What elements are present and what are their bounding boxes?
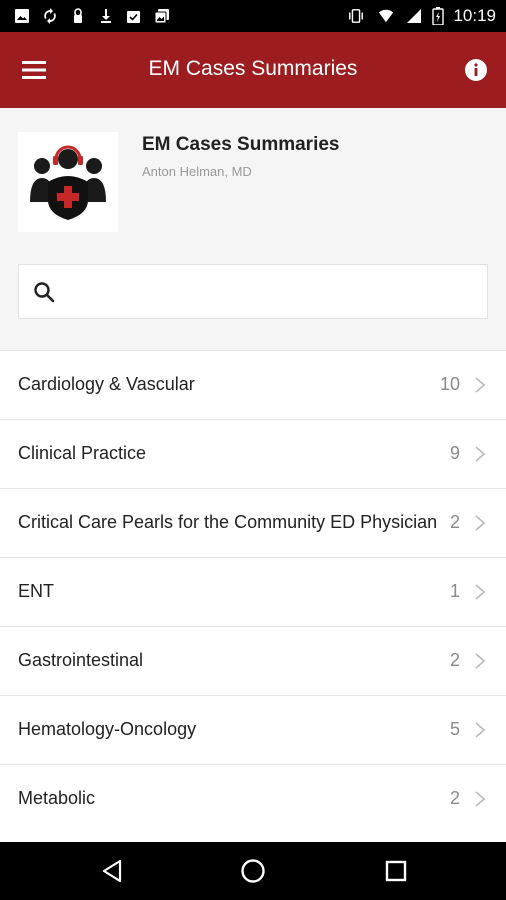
photo-check-icon [126, 8, 142, 24]
list-item-label: Cardiology & Vascular [18, 374, 195, 394]
podcast-author: Anton Helman, MD [142, 164, 252, 179]
chevron-right-icon [475, 722, 486, 738]
list-item-ent[interactable]: ENT 1 [0, 558, 506, 627]
photo-stack-icon [154, 8, 170, 24]
list-item-label: Metabolic [18, 788, 96, 808]
list-item-count: 10 [439, 374, 460, 394]
list-item-cardiology[interactable]: Cardiology & Vascular 10 [0, 351, 506, 420]
list-item-critical-care[interactable]: Critical Care Pearls for the Community E… [0, 489, 506, 558]
navigation-bar [0, 842, 506, 900]
list-item-gastrointestinal[interactable]: Gastrointestinal 2 [0, 627, 506, 696]
list-item-label: Clinical Practice [18, 443, 147, 463]
chevron-right-icon [475, 653, 486, 669]
search-input[interactable] [67, 265, 479, 320]
info-button[interactable] [460, 54, 492, 86]
info-icon [465, 59, 487, 81]
search-box[interactable] [18, 264, 488, 320]
podcast-title: EM Cases Summaries [142, 134, 340, 155]
app-bar-title: EM Cases Summaries [148, 57, 358, 80]
search-icon [34, 282, 55, 303]
list-item-hematology-oncology[interactable]: Hematology-Oncology 5 [0, 696, 506, 765]
podcast-header: EM Cases Summaries Anton Helman, MD [0, 108, 506, 350]
wifi-icon [378, 8, 394, 24]
list-item-label: Critical Care Pearls for the Community E… [18, 512, 438, 532]
list-item-count: 9 [449, 443, 460, 463]
sync-icon [42, 8, 58, 24]
image-icon [14, 8, 30, 24]
lock-icon [70, 8, 86, 24]
recents-icon [385, 860, 407, 882]
list-item-count: 2 [449, 650, 460, 670]
vibrate-icon [348, 8, 364, 24]
status-time: 10:19 [453, 6, 496, 25]
list-item-count: 1 [449, 581, 460, 601]
list-item-count: 5 [449, 719, 460, 739]
signal-icon [406, 8, 422, 24]
list-item-label: Gastrointestinal [18, 650, 144, 670]
list-item-count: 2 [449, 512, 460, 532]
list-item-count: 2 [449, 788, 460, 808]
back-button[interactable] [96, 855, 128, 887]
chevron-right-icon [475, 515, 486, 531]
status-bar: 10:19 [0, 0, 506, 32]
back-icon [102, 859, 122, 883]
list-item-label: ENT [18, 581, 54, 601]
podcast-logo [18, 132, 118, 232]
list-item-metabolic[interactable]: Metabolic 2 [0, 765, 506, 833]
category-list: Cardiology & Vascular 10 Clinical Practi… [0, 350, 506, 843]
battery-icon [430, 7, 446, 25]
app-bar: EM Cases Summaries [0, 32, 506, 108]
chevron-right-icon [475, 377, 486, 393]
download-icon [98, 8, 114, 24]
recents-button[interactable] [380, 855, 412, 887]
chevron-right-icon [475, 584, 486, 600]
home-button[interactable] [237, 855, 269, 887]
chevron-right-icon [475, 446, 486, 462]
list-item-label: Hematology-Oncology [18, 719, 197, 739]
list-item-clinical-practice[interactable]: Clinical Practice 9 [0, 420, 506, 489]
chevron-right-icon [475, 791, 486, 807]
home-icon [241, 859, 265, 883]
